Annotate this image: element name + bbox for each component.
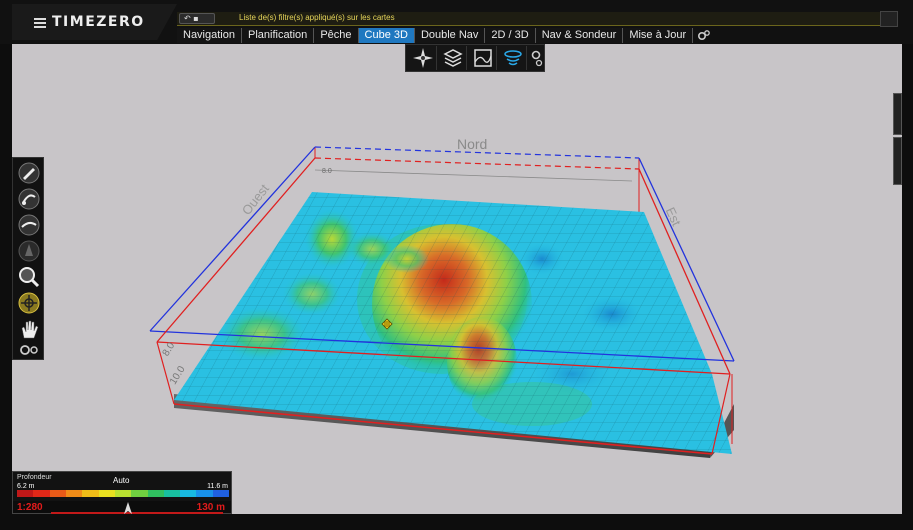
gear-icon bbox=[531, 50, 543, 67]
ramp-swatch bbox=[17, 490, 34, 497]
tab-double-nav[interactable]: Double Nav bbox=[414, 28, 486, 43]
compass-rose-icon bbox=[413, 48, 433, 68]
tab-2d-3d[interactable]: 2D / 3D bbox=[485, 28, 536, 43]
app-logo[interactable]: TIMEZERO bbox=[12, 4, 177, 40]
tab-cube-3d[interactable]: Cube 3D bbox=[358, 28, 415, 43]
ramp-swatch bbox=[180, 490, 197, 497]
crosshair-button[interactable] bbox=[16, 291, 42, 315]
terrain-grid-icon bbox=[474, 49, 492, 67]
depth-layers-button[interactable] bbox=[440, 46, 467, 70]
ramp-swatch bbox=[147, 490, 164, 497]
depth-color-ramp bbox=[17, 490, 230, 497]
ramp-swatch bbox=[163, 490, 181, 497]
right-panel-tab-tools[interactable] bbox=[893, 137, 902, 185]
cursor-route-button[interactable] bbox=[16, 213, 42, 237]
hand-pan-icon bbox=[21, 320, 39, 339]
zoom-button[interactable] bbox=[16, 265, 42, 289]
terrain-grid-button[interactable] bbox=[470, 46, 497, 70]
legend-max: 11.6 m bbox=[207, 483, 228, 490]
3d-viewport[interactable]: Nord Ouest Est 8.0 8.0 10.0 bbox=[12, 44, 902, 514]
window-button[interactable] bbox=[880, 11, 898, 27]
bathymetry-scene bbox=[149, 146, 735, 458]
scale-distance: 130 m bbox=[196, 502, 225, 513]
boat-button[interactable] bbox=[16, 239, 42, 263]
workspace-tabs: Navigation Planification Pêche Cube 3D D… bbox=[177, 28, 711, 44]
top-bar: TIMEZERO ↶ ▪ Liste de(s) filtre(s) appli… bbox=[0, 0, 913, 44]
ramp-swatch bbox=[49, 490, 66, 497]
view-3d-toolbar bbox=[405, 44, 545, 72]
right-panel-tab-navigation[interactable] bbox=[893, 93, 902, 135]
depth-layers-icon bbox=[443, 49, 463, 67]
sonar-button[interactable] bbox=[500, 46, 527, 70]
ramp-swatch bbox=[212, 490, 230, 497]
cursor-route-icon bbox=[18, 214, 40, 236]
left-toolbar bbox=[12, 157, 44, 360]
heading-needle-icon bbox=[124, 502, 132, 514]
sonar-icon bbox=[504, 50, 522, 66]
ramp-swatch bbox=[98, 490, 115, 497]
gear-icon bbox=[20, 345, 38, 355]
ramp-swatch bbox=[33, 490, 50, 497]
anchor-route-icon bbox=[18, 188, 40, 210]
tab-nav-sondeur[interactable]: Nav & Sondeur bbox=[535, 28, 624, 43]
depth-label-back: 8.0 bbox=[322, 168, 332, 175]
filter-text: Liste de(s) filtre(s) appliqué(s) sur le… bbox=[239, 13, 395, 22]
ramp-swatch bbox=[65, 490, 83, 497]
crosshair-icon bbox=[18, 292, 40, 314]
undo-button[interactable]: ↶ ▪ bbox=[179, 13, 215, 24]
tab-mise-a-jour[interactable]: Mise à Jour bbox=[623, 28, 694, 43]
undo-arrow-icon: ↶ ▪ bbox=[184, 14, 199, 23]
zoom-lens-icon bbox=[19, 267, 40, 288]
tabs-gear-icon[interactable] bbox=[697, 29, 711, 43]
edit-route-button[interactable] bbox=[16, 161, 42, 185]
north-label: Nord bbox=[457, 136, 488, 152]
app-name: TIMEZERO bbox=[52, 14, 145, 30]
scale-ratio: 1:280 bbox=[17, 502, 43, 513]
compass-rose-button[interactable] bbox=[410, 46, 437, 70]
left-toolbar-settings-button[interactable] bbox=[16, 341, 42, 359]
filter-bar: ↶ ▪ Liste de(s) filtre(s) appliqué(s) su… bbox=[177, 12, 898, 26]
anchor-route-button[interactable] bbox=[16, 187, 42, 211]
tab-planification[interactable]: Planification bbox=[241, 28, 315, 43]
edit-route-icon bbox=[18, 162, 40, 184]
legend-title: Profondeur bbox=[17, 474, 52, 481]
boat-icon bbox=[18, 240, 40, 262]
view-3d-settings-button[interactable] bbox=[530, 46, 544, 70]
ramp-swatch bbox=[114, 490, 132, 497]
pan-button[interactable] bbox=[16, 317, 42, 341]
legend-min: 6.2 m bbox=[17, 483, 35, 490]
ramp-swatch bbox=[196, 490, 213, 497]
legend-mode[interactable]: Auto bbox=[113, 476, 129, 485]
tab-navigation[interactable]: Navigation bbox=[177, 28, 242, 43]
ramp-swatch bbox=[82, 490, 99, 497]
scale-bar: 1:280 130 m bbox=[12, 501, 232, 514]
hamburger-menu-icon[interactable] bbox=[34, 18, 46, 28]
ramp-swatch bbox=[131, 490, 148, 497]
tab-peche[interactable]: Pêche bbox=[314, 28, 359, 43]
